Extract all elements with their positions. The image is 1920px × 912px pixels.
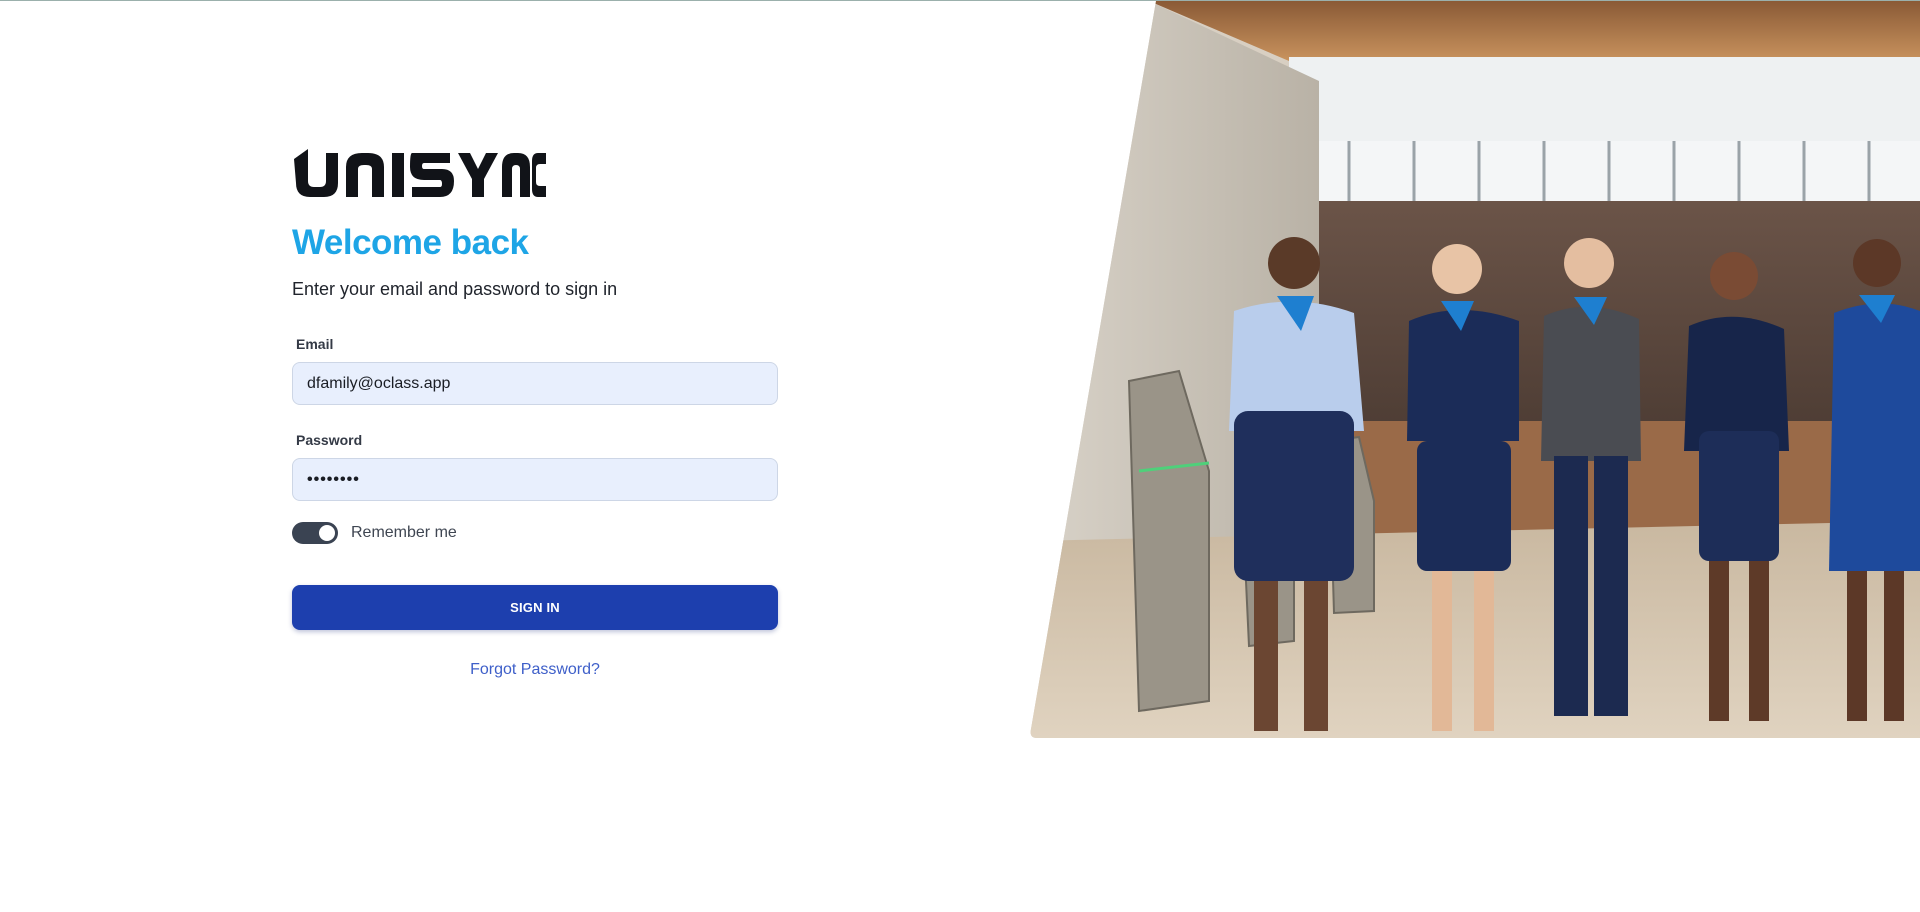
email-label: Email <box>296 336 334 352</box>
remember-me-toggle[interactable] <box>292 522 338 544</box>
password-field[interactable] <box>292 458 778 501</box>
forgot-password-link[interactable]: Forgot Password? <box>292 661 778 679</box>
login-page: Welcome back Enter your email and passwo… <box>0 0 1920 912</box>
password-label: Password <box>296 432 363 448</box>
page-subtitle: Enter your email and password to sign in <box>292 279 618 299</box>
sign-in-button[interactable]: SIGN IN <box>292 585 778 630</box>
toggle-knob <box>319 525 335 541</box>
remember-me-label: Remember me <box>351 524 457 541</box>
login-form: Welcome back Enter your email and passwo… <box>292 147 778 679</box>
page-title: Welcome back <box>292 223 529 262</box>
remember-me-row: Remember me <box>292 521 778 545</box>
unisync-logo <box>294 149 546 197</box>
flight-attendants-photo <box>1030 1 1920 738</box>
email-field[interactable] <box>292 362 778 405</box>
